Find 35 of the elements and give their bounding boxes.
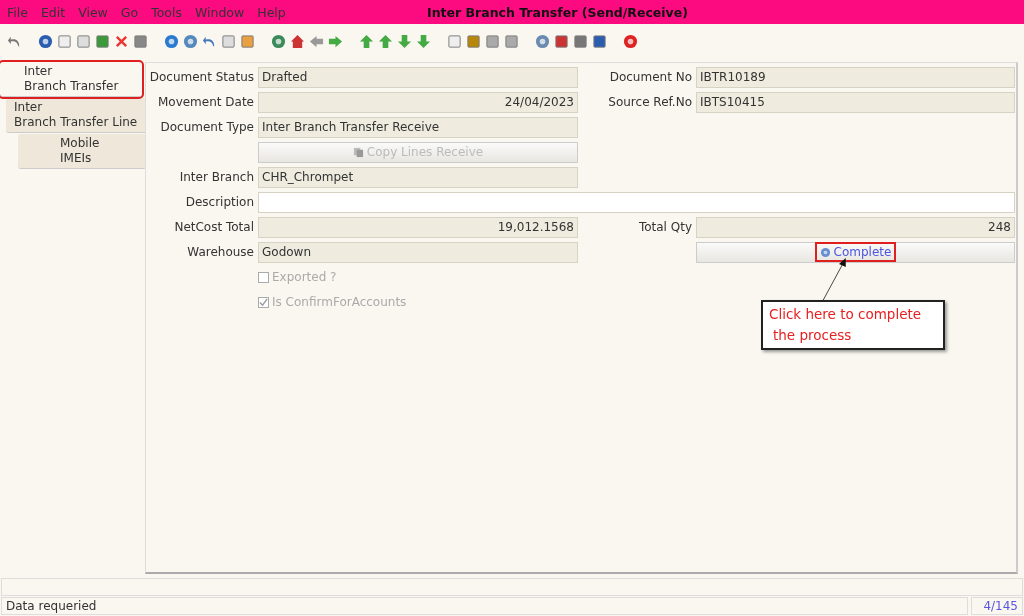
input-field[interactable] [258,192,1015,213]
text-field[interactable]: IBTR10189 [696,67,1015,88]
field-label: NetCost Total [173,219,254,236]
gear-icon [819,246,831,258]
window-title: Inter Branch Transfer (Send/Receive) [427,4,688,20]
arrow-up-icon[interactable] [378,33,393,49]
field-label: Source Ref.No [607,94,692,111]
tab[interactable]: Mobile IMEIs [18,134,146,169]
field-label: Document No [608,69,692,86]
callout-note: Click here to complete the process [761,300,945,350]
text-field[interactable]: 248 [696,217,1015,238]
field-label: Document Type [159,119,254,136]
field-label: Warehouse [186,244,254,261]
field-label: Inter Branch [178,169,254,186]
check-icon [259,298,268,307]
text-field[interactable]: IBTS10415 [696,92,1015,113]
status-message: Data requeried [1,597,968,615]
record-counter: 4/145 [971,597,1023,615]
text-field[interactable]: 24/04/2023 [258,92,578,113]
action-button[interactable]: Complete [696,242,1015,263]
arrow-left-icon[interactable] [309,33,324,49]
home-icon[interactable] [290,33,305,49]
text-field[interactable]: Godown [258,242,578,263]
field-label: Total Qty [637,219,692,236]
arrow-down-icon[interactable] [397,33,412,49]
tab[interactable]: Inter Branch Transfer [0,62,142,97]
text-field[interactable]: Drafted [258,67,578,88]
tab[interactable]: Inter Branch Transfer Line [6,98,148,133]
text-field[interactable]: Inter Branch Transfer Receive [258,117,578,138]
field-label: Movement Date [156,94,254,111]
text-field[interactable]: 19,012.1568 [258,217,578,238]
text-field[interactable]: CHR_Chrompet [258,167,578,188]
delete-icon[interactable] [114,33,129,49]
field-label: Document Status [148,69,254,86]
field-label: Description [184,194,254,211]
